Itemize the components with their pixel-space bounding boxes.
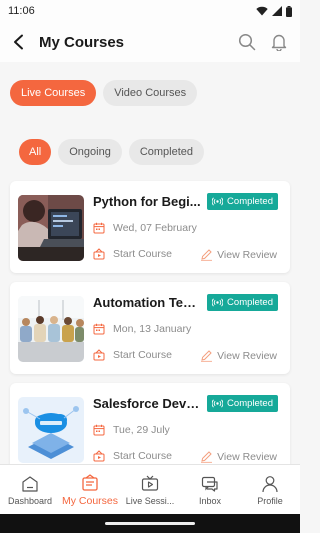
inbox-icon bbox=[201, 476, 218, 492]
status-badge: Completed bbox=[207, 193, 278, 210]
status-badge: Completed bbox=[207, 294, 278, 311]
search-button[interactable] bbox=[234, 29, 260, 55]
bell-icon bbox=[271, 34, 287, 51]
start-course-button[interactable]: Start Course bbox=[93, 349, 172, 361]
view-review-label: View Review bbox=[217, 450, 277, 463]
course-date: Wed, 07 February bbox=[93, 222, 197, 234]
course-date: Mon, 13 January bbox=[93, 323, 191, 335]
notifications-button[interactable] bbox=[266, 29, 292, 55]
start-course-button[interactable]: Start Course bbox=[93, 248, 172, 260]
start-course-icon bbox=[93, 450, 105, 462]
nav-profile-label: Profile bbox=[257, 495, 283, 506]
calendar-icon bbox=[93, 323, 105, 335]
live-broadcast-icon bbox=[212, 197, 224, 206]
pencil-icon bbox=[201, 350, 213, 362]
status-badge-label: Completed bbox=[227, 196, 273, 207]
start-course-icon bbox=[93, 248, 105, 260]
filter-all[interactable]: All bbox=[19, 139, 52, 165]
calendar-icon bbox=[93, 222, 105, 234]
view-review-button[interactable]: View Review bbox=[200, 450, 277, 463]
start-course-label: Start Course bbox=[113, 349, 172, 361]
cloud-platform-thumbnail bbox=[18, 397, 84, 463]
nav-my-courses-label: My Courses bbox=[61, 494, 118, 507]
live-broadcast-icon bbox=[212, 298, 224, 307]
bottom-navigation: Dashboard My Courses Live Sessi... Inbox… bbox=[0, 464, 300, 514]
profile-icon bbox=[262, 475, 278, 492]
pencil-icon bbox=[201, 249, 213, 261]
status-bar: 11:06 bbox=[0, 0, 300, 22]
filter-ongoing[interactable]: Ongoing bbox=[58, 139, 122, 165]
app-bar: My Courses bbox=[0, 22, 300, 62]
classroom-photo-thumbnail bbox=[18, 296, 84, 362]
signal-icon bbox=[272, 6, 282, 16]
view-review-label: View Review bbox=[217, 349, 277, 362]
course-card[interactable]: Automation Test... Completed Mon, 13 Jan… bbox=[10, 282, 290, 374]
nav-dashboard-label: Dashboard bbox=[7, 495, 53, 506]
course-card[interactable]: Salesforce Devel... Completed Tue, 29 Ju… bbox=[10, 383, 290, 475]
course-date: Tue, 29 July bbox=[93, 424, 170, 436]
calendar-icon bbox=[93, 424, 105, 436]
nav-inbox[interactable]: Inbox bbox=[180, 465, 240, 514]
search-icon bbox=[238, 33, 256, 51]
back-button[interactable] bbox=[8, 31, 30, 53]
back-arrow-icon bbox=[14, 34, 23, 50]
nav-inbox-label: Inbox bbox=[198, 495, 222, 506]
tab-video-courses[interactable]: Video Courses bbox=[103, 80, 198, 106]
course-date-text: Tue, 29 July bbox=[113, 424, 170, 436]
nav-my-courses[interactable]: My Courses bbox=[60, 465, 120, 514]
battery-icon bbox=[286, 5, 292, 17]
course-thumbnail bbox=[18, 397, 84, 463]
live-broadcast-icon bbox=[212, 399, 224, 408]
start-course-icon bbox=[93, 349, 105, 361]
course-thumbnail bbox=[18, 296, 84, 362]
status-icons bbox=[256, 5, 292, 17]
course-title: Python for Begi... bbox=[93, 194, 201, 209]
course-title: Salesforce Devel... bbox=[93, 396, 203, 411]
nav-dashboard[interactable]: Dashboard bbox=[0, 465, 60, 514]
start-course-label: Start Course bbox=[113, 248, 172, 260]
status-badge-label: Completed bbox=[227, 297, 273, 308]
view-review-button[interactable]: View Review bbox=[200, 248, 277, 261]
nav-live-sessions[interactable]: Live Sessi... bbox=[120, 465, 180, 514]
course-thumbnail bbox=[18, 195, 84, 261]
start-course-label: Start Course bbox=[113, 450, 172, 462]
view-review-button[interactable]: View Review bbox=[200, 349, 277, 362]
filter-completed[interactable]: Completed bbox=[128, 139, 205, 165]
course-title: Automation Test... bbox=[93, 295, 203, 310]
status-filters: All Ongoing Completed bbox=[19, 139, 205, 165]
laptop-photo-thumbnail bbox=[18, 195, 84, 261]
status-badge-label: Completed bbox=[227, 398, 273, 409]
status-badge: Completed bbox=[207, 395, 278, 412]
course-type-tabs: Live Courses Video Courses bbox=[10, 80, 198, 106]
course-date-text: Mon, 13 January bbox=[113, 323, 192, 335]
system-gesture-bar bbox=[0, 514, 300, 533]
live-sessions-icon bbox=[141, 475, 159, 491]
page-title: My Courses bbox=[39, 33, 125, 51]
pencil-icon bbox=[201, 451, 213, 463]
dashboard-icon bbox=[22, 475, 38, 492]
tab-live-courses[interactable]: Live Courses bbox=[10, 80, 97, 106]
course-card[interactable]: Python for Begi... Completed Wed, 07 Feb… bbox=[10, 181, 290, 273]
nav-live-sessions-label: Live Sessi... bbox=[125, 495, 175, 506]
wifi-icon bbox=[256, 6, 268, 16]
nav-profile[interactable]: Profile bbox=[240, 465, 300, 514]
view-review-label: View Review bbox=[217, 248, 277, 261]
home-indicator[interactable] bbox=[105, 522, 195, 525]
my-courses-icon bbox=[82, 473, 98, 491]
start-course-button[interactable]: Start Course bbox=[93, 450, 172, 462]
course-date-text: Wed, 07 February bbox=[113, 222, 197, 234]
status-time: 11:06 bbox=[8, 5, 35, 17]
